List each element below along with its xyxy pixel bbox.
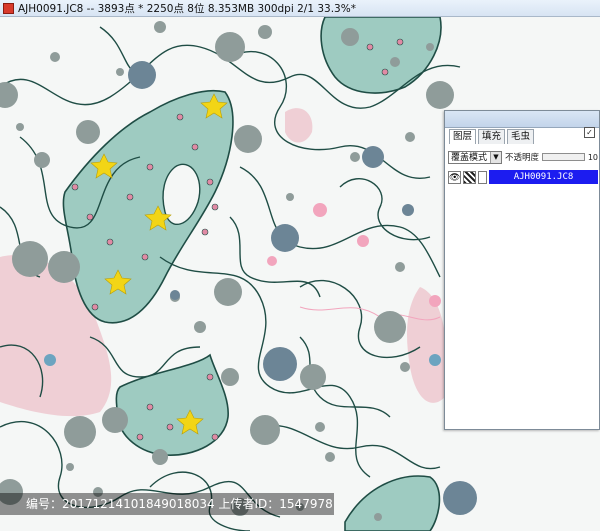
blend-mode-value: 覆盖模式 (451, 152, 488, 163)
opacity-label: 不透明度 (505, 153, 540, 163)
window-titlebar: AJH0091.JC8 -- 3893点 * 2250点 8位 8.353MB … (0, 0, 600, 17)
layer-name[interactable]: AJH0091.JC8 (489, 170, 598, 184)
eye-icon[interactable]: 👁 (448, 170, 461, 184)
layers-panel[interactable]: 图层 填充 毛虫 ✓ 覆盖模式 ▼ 不透明度 10 👁 AJH0091.JC8 (444, 110, 600, 430)
opacity-slider[interactable] (542, 153, 585, 161)
watermark-banner: 编号：20171214101849018034 上传者ID：1547978 (0, 493, 334, 515)
opacity-value: 10 (587, 152, 598, 162)
tab-fill[interactable]: 填充 (478, 129, 506, 144)
window-title: AJH0091.JC8 -- 3893点 * 2250点 8位 8.353MB … (18, 2, 356, 15)
layers-panel-tabs: 图层 填充 毛虫 (449, 129, 535, 144)
chevron-down-icon[interactable]: ▼ (490, 151, 501, 163)
panel-checkbox[interactable]: ✓ (584, 127, 595, 138)
layer-controls: 覆盖模式 ▼ 不透明度 10 (448, 149, 598, 165)
layer-mask-swatch (478, 170, 487, 184)
layer-thumbnail (463, 170, 476, 184)
tab-layers[interactable]: 图层 (449, 129, 477, 144)
blend-mode-select[interactable]: 覆盖模式 ▼ (448, 150, 502, 164)
app-icon (3, 2, 14, 14)
layer-row[interactable]: 👁 AJH0091.JC8 (448, 169, 598, 185)
tab-caterpillar[interactable]: 毛虫 (507, 129, 535, 144)
layers-panel-caption[interactable] (445, 111, 599, 128)
